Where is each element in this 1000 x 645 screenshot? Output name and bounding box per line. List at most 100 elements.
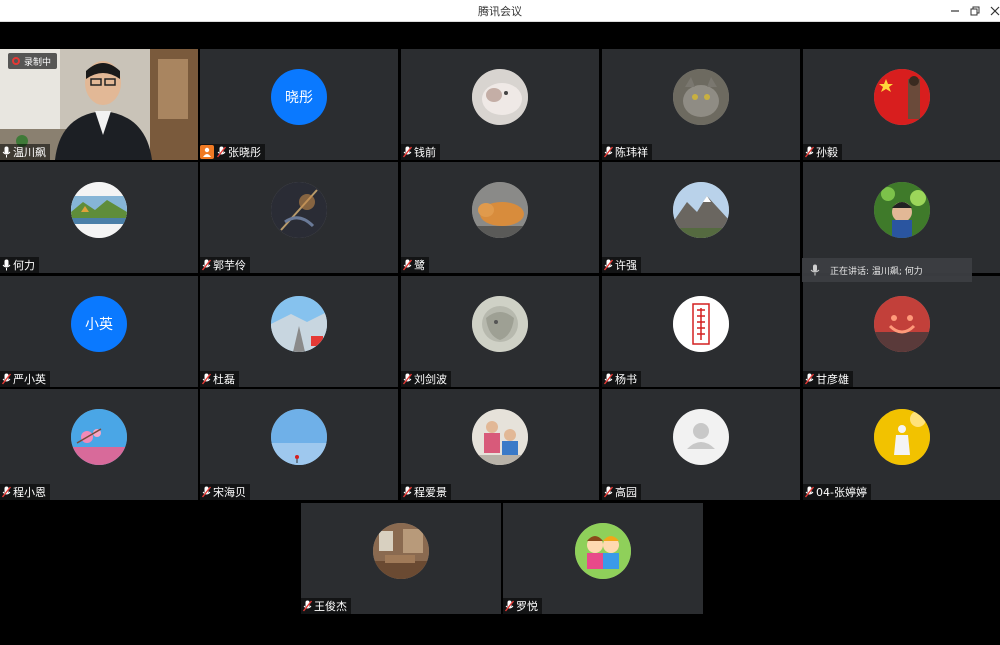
participant-tile[interactable]: 程小恩: [0, 389, 198, 500]
participant-name: 孙毅: [816, 146, 838, 159]
mic-muted-icon: [805, 373, 814, 385]
avatar-initials: 晓彤: [285, 90, 313, 106]
mic-muted-icon: [604, 146, 613, 158]
restore-icon[interactable]: [964, 0, 986, 22]
participant-tile[interactable]: 孙毅: [803, 49, 1000, 160]
mic-icon: [2, 146, 11, 158]
default-avatar-icon: [673, 409, 729, 465]
yellow-photo-avatar: [874, 409, 930, 465]
cat-photo-avatar: [472, 69, 528, 125]
mic-muted-icon: [202, 486, 211, 498]
participant-name: 陈玮祥: [615, 146, 648, 159]
mic-muted-icon: [202, 259, 211, 271]
participant-nametag: 罗悦: [503, 598, 542, 614]
participant-tile[interactable]: 宋海贝: [200, 389, 398, 500]
participant-name: 王俊杰: [314, 600, 347, 613]
participant-tile[interactable]: 许强: [602, 162, 800, 273]
participant-nametag: 程小恩: [0, 484, 50, 500]
room-photo-avatar: [373, 523, 429, 579]
speaking-indicator: 正在讲话: 温川飙; 何力: [802, 258, 972, 282]
flag-photo-avatar: [874, 69, 930, 125]
mic-muted-icon: [403, 259, 412, 271]
recording-label: 录制中: [24, 57, 52, 68]
child-photo-avatar: [874, 182, 930, 238]
participant-nametag: 严小英: [0, 371, 50, 387]
participant-tile[interactable]: [803, 162, 1000, 273]
participant-tile[interactable]: 杨书: [602, 276, 800, 387]
participant-tile[interactable]: 甘彦雄: [803, 276, 1000, 387]
participant-tile[interactable]: 高园: [602, 389, 800, 500]
participant-name: 刘剑波: [414, 373, 447, 386]
participant-nametag: 郭芋伶: [200, 257, 250, 273]
participant-name: 杜磊: [213, 373, 235, 386]
kids-photo-avatar: [472, 409, 528, 465]
participant-tile[interactable]: 鹭: [401, 162, 599, 273]
sky-photo-avatar: [271, 409, 327, 465]
minimize-icon[interactable]: [944, 0, 966, 22]
mic-muted-icon: [505, 600, 514, 612]
host-icon: [200, 145, 214, 159]
mic-muted-icon: [604, 486, 613, 498]
participant-name: 04-张婷婷: [816, 486, 867, 499]
close-icon[interactable]: [984, 0, 1000, 22]
participant-tile[interactable]: 刘剑波: [401, 276, 599, 387]
participant-name: 高园: [615, 486, 637, 499]
smile-photo-avatar: [874, 296, 930, 352]
participant-nametag: 甘彦雄: [803, 371, 853, 387]
window-title: 腾讯会议: [478, 5, 522, 18]
participant-nametag: 许强: [602, 257, 641, 273]
cat-photo-avatar: [673, 69, 729, 125]
participant-nametag: 程爱景: [401, 484, 451, 500]
video-grid: 录制中 温川飙 晓彤 张晓彤 钱前 陈玮祥 孙毅 何力 郭芋伶 鹭 许强 小英 …: [0, 22, 1000, 645]
calligraphy-photo-avatar: [673, 296, 729, 352]
participant-nametag: 孙毅: [803, 144, 842, 160]
participant-tile[interactable]: 何力: [0, 162, 198, 273]
participant-nametag: 04-张婷婷: [803, 484, 871, 500]
participant-name: 罗悦: [516, 600, 538, 613]
participant-name: 钱前: [414, 146, 436, 159]
participant-name: 鹭: [414, 259, 425, 272]
mountain-photo-avatar: [673, 182, 729, 238]
participant-tile[interactable]: 杜磊: [200, 276, 398, 387]
sketch-photo-avatar: [472, 296, 528, 352]
mic-muted-icon: [403, 146, 412, 158]
participant-nametag: 温川飙: [0, 144, 50, 160]
participant-tile[interactable]: 陈玮祥: [602, 49, 800, 160]
participant-name: 郭芋伶: [213, 259, 246, 272]
participant-tile[interactable]: 王俊杰: [301, 503, 501, 614]
participant-nametag: 何力: [0, 257, 39, 273]
participant-name: 温川飙: [13, 146, 46, 159]
participant-tile[interactable]: 晓彤 张晓彤: [200, 49, 398, 160]
mic-muted-icon: [805, 486, 814, 498]
participant-nametag: 宋海贝: [200, 484, 250, 500]
mic-muted-icon: [217, 146, 226, 158]
mic-muted-icon: [2, 373, 11, 385]
participant-tile[interactable]: 罗悦: [503, 503, 703, 614]
dark-photo-avatar: [271, 182, 327, 238]
participant-nametag: 王俊杰: [301, 598, 351, 614]
participant-nametag: 杨书: [602, 371, 641, 387]
mic-muted-icon: [2, 486, 11, 498]
blossom-photo-avatar: [71, 409, 127, 465]
participant-name: 甘彦雄: [816, 373, 849, 386]
participant-tile[interactable]: 04-张婷婷: [803, 389, 1000, 500]
cat-photo-avatar: [472, 182, 528, 238]
avatar: 小英: [71, 296, 127, 352]
participant-tile[interactable]: 小英 严小英: [0, 276, 198, 387]
participant-name: 程小恩: [13, 486, 46, 499]
participant-name: 杨书: [615, 373, 637, 386]
mic-muted-icon: [303, 600, 312, 612]
participant-nametag: 杜磊: [200, 371, 239, 387]
mic-muted-icon: [604, 259, 613, 271]
window-titlebar: 腾讯会议: [0, 0, 1000, 22]
participant-name: 程爱景: [414, 486, 447, 499]
recording-icon: [12, 57, 20, 65]
landscape-photo-avatar: [71, 182, 127, 238]
participant-name: 张晓彤: [228, 146, 261, 159]
participant-name: 许强: [615, 259, 637, 272]
participant-tile[interactable]: 钱前: [401, 49, 599, 160]
participant-tile[interactable]: 郭芋伶: [200, 162, 398, 273]
participant-tile[interactable]: 程爱景: [401, 389, 599, 500]
participant-tile[interactable]: 录制中 温川飙: [0, 49, 198, 160]
participant-nametag: 张晓彤: [200, 144, 265, 160]
